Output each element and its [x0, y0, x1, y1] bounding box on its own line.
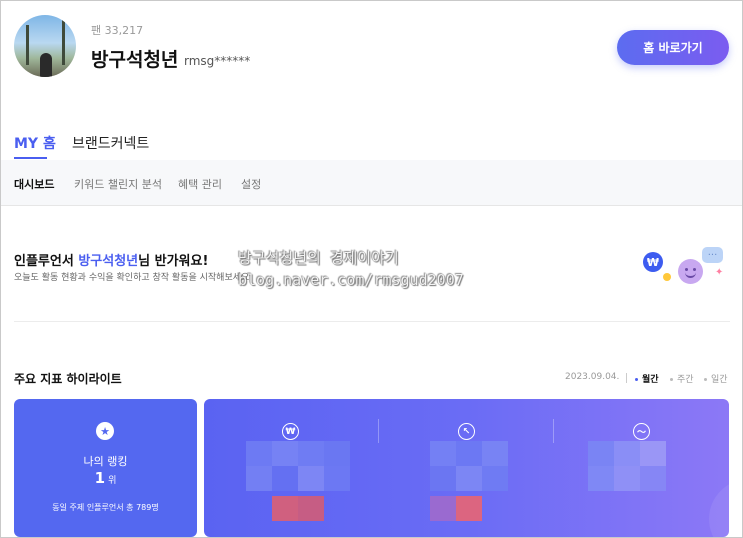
stats-card[interactable]: ₩ ↖ 〜 — [204, 399, 729, 537]
welcome-subtitle: 오늘도 활동 현황과 수익을 확인하고 창작 활동을 시작해보세요! — [14, 273, 253, 283]
ranking-subtext: 동일 주제 인플루언서 총 789명 — [52, 503, 159, 512]
welcome-name: 방구석청년 — [78, 254, 139, 269]
nickname: 방구석청년 — [91, 49, 179, 71]
tab-keyword-challenge[interactable]: 키워드 챌린지 분석 — [74, 176, 162, 192]
stat-separator — [378, 419, 379, 443]
period-label: 주간 — [677, 375, 694, 385]
period-separator — [626, 373, 627, 383]
person-silhouette — [40, 53, 52, 77]
won-badge-icon: ₩ — [643, 252, 663, 272]
profile-header: 팬 33,217 방구석청년 rmsg****** 홈 바로가기 — [1, 1, 742, 121]
main-tabs: MY 홈 브랜드커넥트 — [1, 126, 742, 160]
tab-dashboard[interactable]: 대시보드 — [14, 176, 54, 192]
highlights-title: 주요 지표 하이라이트 — [14, 372, 122, 386]
home-button[interactable]: 홈 바로가기 — [617, 30, 729, 65]
ranking-unit: 위 — [108, 476, 117, 486]
tab-my-home[interactable]: MY 홈 — [14, 133, 56, 153]
won-icon: ₩ — [282, 423, 299, 440]
sparkle-icon: ✦ — [715, 267, 724, 278]
welcome-prefix: 인플루언서 — [14, 254, 79, 269]
palm-tree-shape — [62, 19, 65, 65]
watermark-line-2: blog.naver.com/rmsgud2007 — [238, 271, 464, 289]
ranking-value-row: 1위 — [14, 469, 197, 487]
period-label: 월간 — [642, 375, 659, 385]
star-icon: ★ — [96, 422, 114, 440]
smiley-mouth — [685, 272, 696, 278]
smiley-icon — [678, 259, 703, 284]
sub-tabs: 대시보드 키워드 챌린지 분석 혜택 관리 설정 — [1, 160, 742, 206]
period-dot — [670, 378, 673, 381]
stat-separator — [553, 419, 554, 443]
decor-dot — [663, 273, 671, 281]
period-dot — [704, 378, 707, 381]
period-daily[interactable]: 일간 — [704, 372, 728, 385]
cursor-icon: ↖ — [458, 423, 475, 440]
period-dot — [635, 378, 638, 381]
ranking-value: 1 — [94, 469, 106, 487]
active-tab-underline — [14, 157, 47, 159]
ranking-card[interactable]: ★ 나의 랭킹 1위 동일 주제 인플루언서 총 789명 — [14, 399, 197, 537]
tab-benefits[interactable]: 혜택 관리 — [178, 176, 222, 192]
divider — [14, 321, 730, 322]
period-monthly[interactable]: 월간 — [635, 372, 659, 385]
welcome-suffix: 님 반가워요! — [138, 254, 209, 269]
period-label: 일간 — [711, 375, 728, 385]
ranking-label: 나의 랭킹 — [83, 455, 128, 468]
watermark-line-1: 방구석청년의 경제이야기 — [238, 249, 399, 267]
fan-count: 팬 33,217 — [91, 24, 144, 37]
avatar[interactable] — [14, 15, 76, 77]
user-id: rmsg****** — [184, 54, 251, 68]
period-weekly[interactable]: 주간 — [670, 372, 694, 385]
welcome-title: 인플루언서 방구석청년님 반가워요! — [14, 250, 208, 269]
palm-tree-shape — [26, 25, 29, 65]
highlights-date: 2023.09.04. — [565, 372, 620, 382]
tab-brand-connect[interactable]: 브랜드커넥트 — [72, 133, 149, 153]
trend-icon: 〜 — [633, 423, 650, 440]
smiley-eye — [685, 268, 688, 271]
smiley-eye — [693, 268, 696, 271]
watermark: 방구석청년의 경제이야기 blog.naver.com/rmsgud2007 — [238, 247, 464, 291]
decor-circle — [709, 479, 729, 537]
chat-bubble-icon: ··· — [702, 247, 723, 263]
tab-settings[interactable]: 설정 — [241, 176, 261, 192]
